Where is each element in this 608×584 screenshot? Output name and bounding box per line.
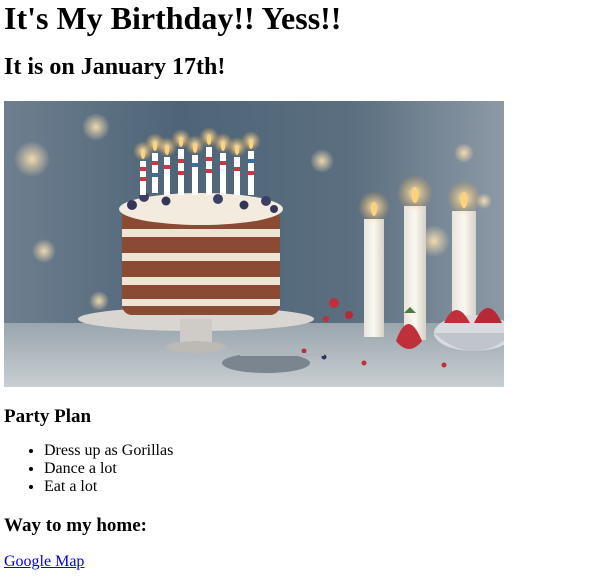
page: It's My Birthday!! Yess!! It is on Janua…: [0, 0, 608, 571]
list-item: Eat a lot: [44, 478, 604, 496]
page-subtitle: It is on January 17th!: [4, 54, 226, 80]
birthday-cake-image: [4, 101, 504, 387]
list-item: Dance a lot: [44, 460, 604, 478]
page-title: It's My Birthday!! Yess!!: [4, 0, 342, 36]
directions-heading: Way to my home:: [4, 515, 148, 536]
party-plan-heading: Party Plan: [4, 406, 92, 427]
google-map-link[interactable]: Google Map: [4, 553, 84, 571]
list-item: Dress up as Gorillas: [44, 442, 604, 460]
party-plan-list: Dress up as Gorillas Dance a lot Eat a l…: [4, 442, 604, 496]
